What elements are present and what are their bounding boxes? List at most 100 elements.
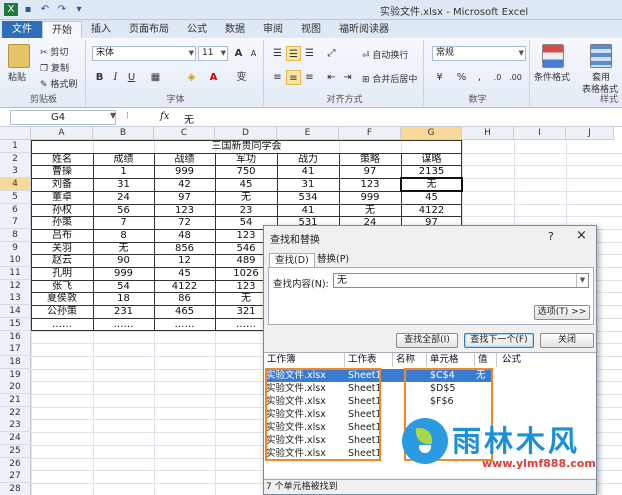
tab-foxit-reader[interactable]: 福昕阅读器 — [330, 21, 398, 38]
row-header-25[interactable]: 25 — [0, 444, 31, 458]
tab-replace[interactable]: 替换(P) — [312, 253, 354, 267]
row-header-18[interactable]: 18 — [0, 355, 31, 369]
cut-button[interactable]: ✂ 剪切 — [40, 45, 68, 58]
undo-icon[interactable]: ↶ — [38, 3, 52, 16]
dialog-close-icon[interactable]: × — [576, 228, 587, 243]
row-header-19[interactable]: 19 — [0, 368, 31, 382]
find-history-dropdown-icon[interactable]: ▼ — [576, 274, 588, 287]
italic-button[interactable]: I — [108, 70, 123, 85]
shrink-font-icon[interactable]: A — [246, 46, 261, 61]
row-header-11[interactable]: 11 — [0, 267, 31, 280]
phonetic-icon[interactable]: 变 — [234, 70, 249, 85]
help-button[interactable]: ? — [548, 230, 554, 243]
row-header-17[interactable]: 17 — [0, 343, 31, 357]
row-header-21[interactable]: 21 — [0, 394, 31, 407]
redo-icon[interactable]: ↷ — [55, 3, 69, 16]
conditional-format-icon[interactable] — [542, 44, 564, 68]
tab-view[interactable]: 视图 — [292, 21, 330, 38]
format-painter-button[interactable]: ✎ 格式刷 — [40, 77, 77, 90]
column-header-i[interactable]: I — [514, 127, 566, 140]
row-header-2[interactable]: 2 — [0, 152, 31, 166]
select-all-corner[interactable] — [0, 127, 31, 140]
row-header-16[interactable]: 16 — [0, 330, 31, 344]
wrap-text-button[interactable]: ⏎ 自动换行 — [362, 48, 408, 61]
insert-function-icon[interactable]: fx — [160, 111, 169, 122]
tab-review[interactable]: 审阅 — [254, 21, 292, 38]
merge-center-button[interactable]: ⊞ 合并后居中 — [362, 72, 417, 85]
decrease-indent-icon[interactable]: ⇤ — [324, 70, 339, 85]
row-header-9[interactable]: 9 — [0, 241, 31, 255]
column-header-b[interactable]: B — [93, 127, 154, 140]
orientation-icon[interactable]: ⤢ — [324, 46, 339, 61]
column-header-j[interactable]: J — [566, 127, 614, 140]
column-header-g[interactable]: G — [401, 127, 462, 140]
row-header-26[interactable]: 26 — [0, 457, 31, 471]
tab-data[interactable]: 数据 — [216, 21, 254, 38]
formula-cancel-icon[interactable]: ⁞ — [126, 111, 129, 121]
align-right-icon[interactable]: ≡ — [302, 70, 317, 85]
tab-file[interactable]: 文件 — [2, 21, 42, 38]
col-workbook[interactable]: 工作簿 — [267, 353, 296, 367]
close-button[interactable]: 关闭 — [540, 333, 594, 348]
row-header-12[interactable]: 12 — [0, 279, 31, 293]
row-header-10[interactable]: 10 — [0, 254, 31, 268]
row-header-3[interactable]: 3 — [0, 165, 31, 179]
row-header-23[interactable]: 23 — [0, 419, 31, 433]
row-header-15[interactable]: 15 — [0, 317, 31, 331]
font-color-icon[interactable]: A — [206, 70, 221, 85]
font-size-select[interactable]: 11 ▼ — [198, 46, 228, 61]
bold-button[interactable]: B — [92, 70, 107, 85]
tab-page-layout[interactable]: 页面布局 — [120, 21, 178, 38]
row-header-13[interactable]: 13 — [0, 292, 31, 306]
borders-icon[interactable]: ▦ — [148, 70, 163, 85]
row-header-8[interactable]: 8 — [0, 228, 31, 242]
options-button[interactable]: 选项(T) >> — [534, 305, 590, 320]
align-center-icon[interactable]: ≡ — [286, 70, 301, 85]
comma-button[interactable]: , — [472, 70, 487, 85]
number-format-select[interactable]: 常规 ▼ — [432, 46, 526, 61]
increase-decimal-icon[interactable]: .0 — [490, 70, 505, 85]
row-header-20[interactable]: 20 — [0, 381, 31, 395]
col-value[interactable]: 值 — [478, 353, 488, 367]
col-worksheet[interactable]: 工作表 — [348, 353, 377, 367]
grow-font-icon[interactable]: A — [231, 46, 246, 61]
col-name[interactable]: 名称 — [396, 353, 415, 367]
font-name-select[interactable]: 宋体 ▼ — [92, 46, 196, 61]
row-header-6[interactable]: 6 — [0, 203, 31, 217]
underline-button[interactable]: U — [124, 70, 139, 85]
currency-icon[interactable]: ¥ — [432, 70, 447, 85]
name-box[interactable]: G4 — [10, 110, 116, 125]
align-left-icon[interactable]: ≡ — [270, 70, 285, 85]
row-header-27[interactable]: 27 — [0, 470, 31, 484]
format-table-icon[interactable] — [590, 44, 612, 68]
find-what-input[interactable]: 无 ▼ — [333, 273, 589, 288]
align-middle-icon[interactable]: ☰ — [286, 46, 301, 61]
row-header-4[interactable]: 4 — [0, 178, 31, 192]
column-header-c[interactable]: C — [154, 127, 215, 140]
find-next-button[interactable]: 查找下一个(F) — [464, 333, 534, 348]
row-header-14[interactable]: 14 — [0, 305, 31, 319]
tab-home[interactable]: 开始 — [42, 21, 82, 38]
paste-button[interactable]: 粘贴 — [8, 70, 26, 83]
paste-icon[interactable] — [8, 44, 30, 68]
tab-formulas[interactable]: 公式 — [178, 21, 216, 38]
tab-find[interactable]: 查找(D) — [269, 253, 315, 267]
column-header-h[interactable]: H — [462, 127, 514, 140]
formula-input[interactable]: 无 — [184, 111, 194, 126]
col-formula[interactable]: 公式 — [502, 353, 521, 367]
conditional-format-button[interactable]: 条件格式 — [534, 70, 570, 83]
align-top-icon[interactable]: ☰ — [270, 46, 285, 61]
percent-button[interactable]: % — [454, 70, 469, 85]
column-header-e[interactable]: E — [277, 127, 339, 140]
row-header-1[interactable]: 1 — [0, 140, 31, 153]
tab-insert[interactable]: 插入 — [82, 21, 120, 38]
column-header-f[interactable]: F — [339, 127, 401, 140]
decrease-decimal-icon[interactable]: .00 — [508, 70, 523, 85]
increase-indent-icon[interactable]: ⇥ — [340, 70, 355, 85]
save-icon[interactable]: ▪ — [21, 3, 35, 16]
align-bottom-icon[interactable]: ☰ — [302, 46, 317, 61]
row-header-28[interactable]: 28 — [0, 482, 31, 495]
row-header-7[interactable]: 7 — [0, 216, 31, 230]
row-header-24[interactable]: 24 — [0, 432, 31, 446]
find-all-button[interactable]: 查找全部(I) — [396, 333, 458, 348]
